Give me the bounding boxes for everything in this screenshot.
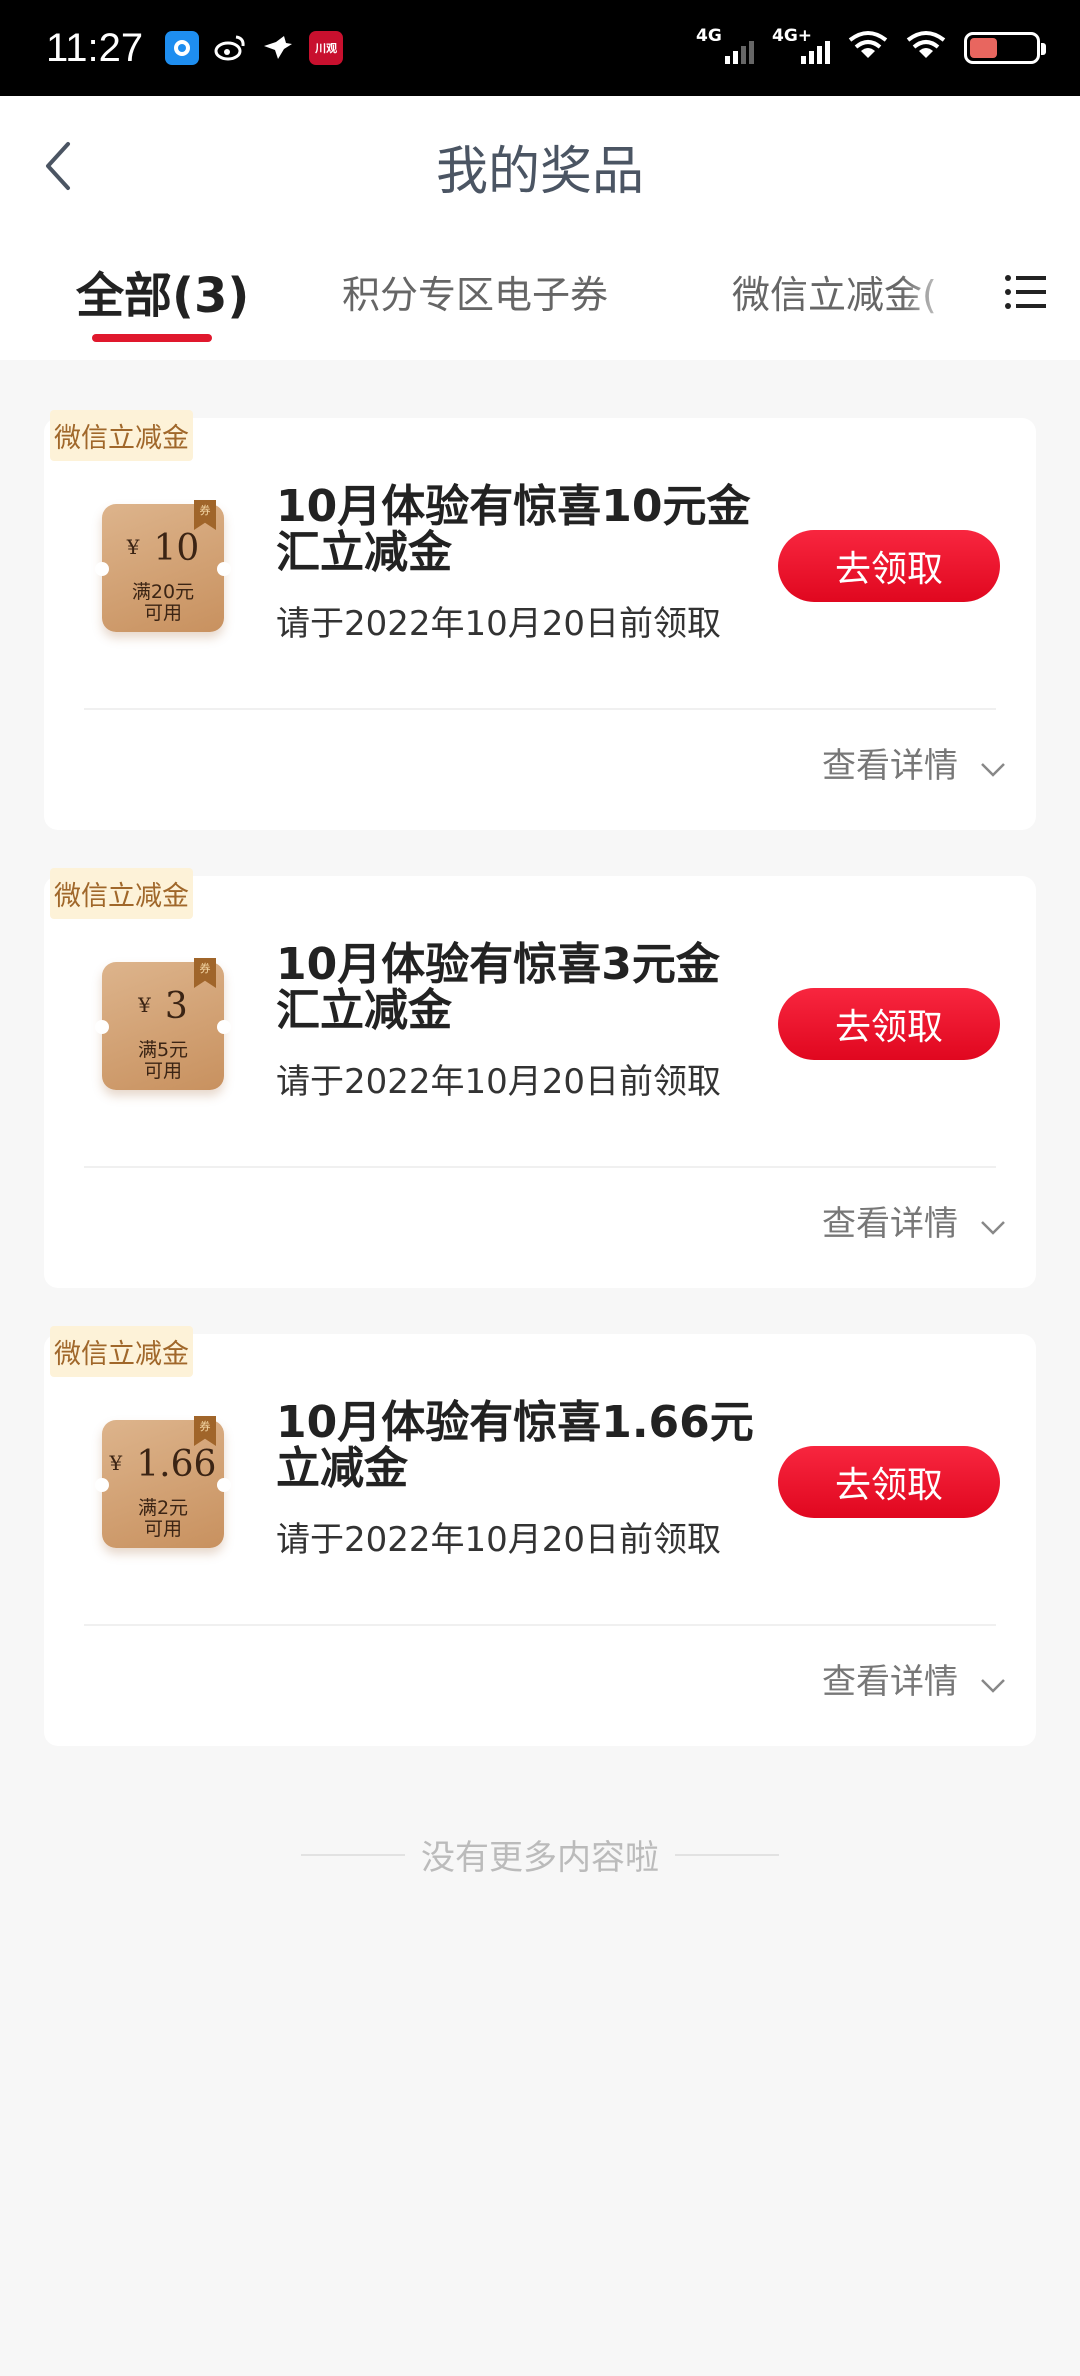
view-details-label: 查看详情 — [822, 746, 958, 786]
claim-button[interactable]: 去领取 — [778, 530, 1000, 602]
coupon-image: 券 ¥1.66 满2元 可用 — [95, 1416, 231, 1548]
back-arrow-icon — [46, 142, 70, 190]
view-details-toggle[interactable]: 查看详情 — [822, 1654, 1006, 1703]
prize-type-tag: 微信立减金 — [50, 410, 193, 461]
coupon-image: 券 ¥3 满5元 可用 — [95, 958, 231, 1090]
signal-icon-1: 4G — [696, 26, 754, 66]
nav-bar: 我的奖品 — [0, 96, 1080, 236]
chevron-down-icon — [981, 762, 1005, 777]
list-menu-icon — [1005, 275, 1046, 309]
view-details-label: 查看详情 — [822, 1204, 958, 1244]
bird-app-icon — [261, 31, 295, 65]
network-type-1: 4G — [696, 26, 722, 46]
battery-icon — [964, 32, 1046, 64]
chevron-down-icon — [981, 1678, 1005, 1693]
category-tabs: 全部(3) 积分专区电子券 微信立减金( — [0, 236, 1080, 360]
claim-button[interactable]: 去领取 — [778, 988, 1000, 1060]
qq-browser-icon — [165, 31, 200, 65]
status-time: 11:27 — [46, 25, 144, 70]
coupon-condition: 满2元 可用 — [137, 1497, 189, 1540]
coupon-condition: 满20元 可用 — [131, 581, 195, 624]
prize-card: 微信立减金 券 ¥10 满20元 可用 10月体验有惊喜10元金汇立减金 请于20… — [44, 410, 1036, 830]
prize-deadline: 请于2022年10月20日前领取 — [276, 1062, 722, 1102]
prize-type-tag: 微信立减金 — [50, 1326, 193, 1377]
tab-fade — [900, 236, 990, 346]
card-divider — [84, 1624, 996, 1626]
view-details-label: 查看详情 — [822, 1662, 958, 1702]
wifi-icon-1 — [848, 30, 888, 66]
coupon-amount: ¥3 — [138, 986, 188, 1027]
prize-card: 微信立减金 券 ¥3 满5元 可用 10月体验有惊喜3元金汇立减金 请于2022年… — [44, 868, 1036, 1288]
end-of-list-indicator: 没有更多内容啦 — [0, 1830, 1080, 1879]
status-bar: 11:27 川观 4G 4G+ — [0, 0, 1080, 96]
coupon-image: 券 ¥10 满20元 可用 — [95, 500, 231, 632]
weibo-icon — [213, 31, 247, 65]
prize-deadline: 请于2022年10月20日前领取 — [276, 1520, 722, 1560]
coupon-condition: 满5元 可用 — [137, 1039, 189, 1082]
signal-icon-2: 4G+ — [772, 26, 830, 66]
card-divider — [84, 1166, 996, 1168]
prize-title: 10月体验有惊喜10元金汇立减金 — [276, 481, 751, 578]
tab-menu-button[interactable] — [1002, 268, 1050, 316]
no-more-text: 没有更多内容啦 — [421, 1838, 659, 1878]
active-tab-indicator — [92, 334, 212, 342]
coupon-ribbon: 券 — [194, 500, 216, 530]
wifi-icon-2 — [906, 30, 946, 66]
chevron-down-icon — [981, 1220, 1005, 1235]
view-details-toggle[interactable]: 查看详情 — [822, 1196, 1006, 1245]
prize-type-tag: 微信立减金 — [50, 868, 193, 919]
coupon-amount: ¥1.66 — [109, 1444, 217, 1485]
tab-points-vouchers[interactable]: 积分专区电子券 — [342, 236, 608, 346]
prize-title: 10月体验有惊喜1.66元立减金 — [276, 1397, 754, 1494]
prize-card: 微信立减金 券 ¥1.66 满2元 可用 10月体验有惊喜1.66元立减金 请于2… — [44, 1326, 1036, 1746]
prize-deadline: 请于2022年10月20日前领取 — [276, 604, 722, 644]
coupon-amount: ¥10 — [126, 528, 200, 569]
coupon-ribbon: 券 — [194, 1416, 216, 1446]
chuanguan-app-icon: 川观 — [309, 31, 344, 65]
coupon-ribbon: 券 — [194, 958, 216, 988]
back-button[interactable] — [40, 142, 88, 190]
tab-all[interactable]: 全部(3) — [76, 236, 249, 346]
status-left: 11:27 川观 — [46, 26, 357, 71]
claim-button[interactable]: 去领取 — [778, 1446, 1000, 1518]
page-title: 我的奖品 — [435, 141, 644, 202]
prize-title: 10月体验有惊喜3元金汇立减金 — [276, 939, 720, 1036]
card-divider — [84, 708, 996, 710]
view-details-toggle[interactable]: 查看详情 — [822, 738, 1006, 787]
status-right: 4G 4G+ — [696, 26, 1046, 66]
